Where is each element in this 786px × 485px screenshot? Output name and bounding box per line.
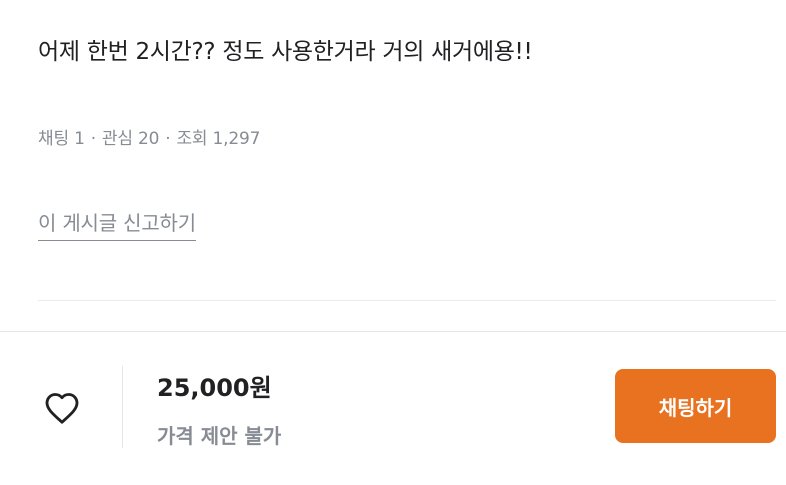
interest-count: 관심 20 [101, 129, 160, 149]
bottom-bar-separator [122, 366, 123, 448]
post-stats: 채팅 1 · 관심 20 · 조회 1,297 [38, 124, 260, 149]
price-label: 25,000원 [157, 374, 272, 402]
section-divider [38, 300, 776, 301]
view-count: 조회 1,297 [176, 129, 261, 149]
like-button[interactable] [36, 382, 88, 434]
report-post-link[interactable]: 이 게시글 신고하기 [38, 207, 196, 241]
post-description: 어제 한번 2시간?? 정도 사용한거라 거의 새거에용!! [38, 39, 533, 65]
chat-button[interactable]: 채팅하기 [615, 369, 776, 443]
stats-separator: · [90, 129, 96, 149]
price-negotiation-status: 가격 제안 불가 [157, 424, 282, 448]
stats-separator: · [165, 129, 171, 149]
bottom-action-bar: 25,000원 가격 제안 불가 채팅하기 [0, 332, 786, 485]
product-detail-page: 어제 한번 2시간?? 정도 사용한거라 거의 새거에용!! 채팅 1 · 관심 2… [0, 0, 786, 485]
heart-outline-icon [45, 393, 79, 424]
chat-count: 채팅 1 [38, 129, 85, 149]
